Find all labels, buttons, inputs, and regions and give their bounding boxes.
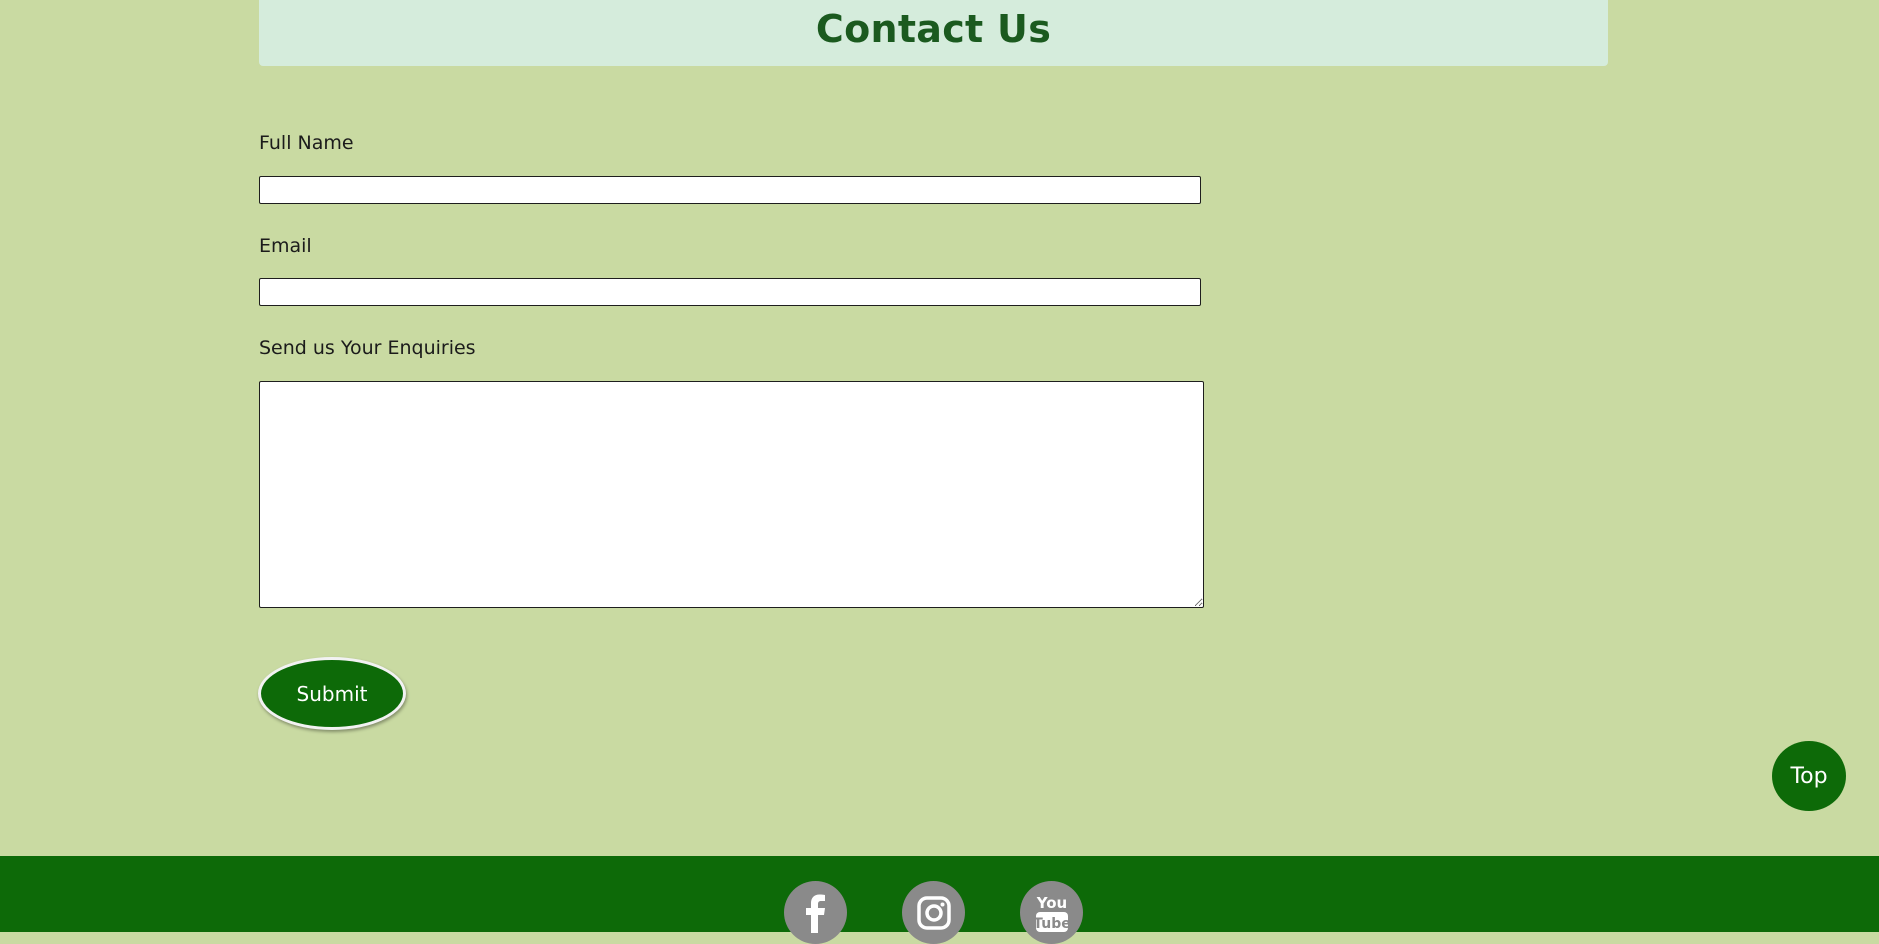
email-input[interactable] <box>259 278 1201 306</box>
facebook-icon[interactable] <box>784 881 847 944</box>
youtube-glyph: You Tube <box>1033 894 1071 932</box>
youtube-icon[interactable]: You Tube <box>1020 881 1083 944</box>
instagram-glyph <box>916 895 951 930</box>
youtube-text-top: You <box>1035 894 1066 912</box>
full-name-label: Full Name <box>259 132 354 154</box>
youtube-text-bottom: Tube <box>1033 916 1071 932</box>
email-label: Email <box>259 235 312 257</box>
enquiries-textarea[interactable] <box>259 381 1204 608</box>
page-title: Contact Us <box>815 7 1052 51</box>
submit-button[interactable]: Submit <box>258 657 406 730</box>
full-name-input[interactable] <box>259 176 1201 204</box>
enquiries-label: Send us Your Enquiries <box>259 337 476 359</box>
instagram-icon[interactable] <box>902 881 965 944</box>
facebook-glyph <box>805 894 825 933</box>
header-banner: Contact Us <box>259 0 1608 66</box>
back-to-top-button[interactable]: Top <box>1772 741 1846 811</box>
